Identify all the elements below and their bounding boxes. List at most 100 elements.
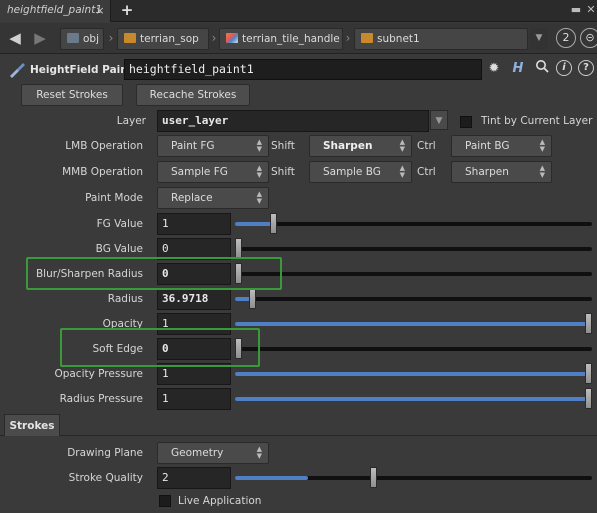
blur-sharpen-highlight-box xyxy=(26,257,282,290)
info-icon[interactable]: i xyxy=(556,60,572,76)
path-dropdown-icon[interactable]: ▼ xyxy=(530,28,548,50)
menu-value: Geometry xyxy=(171,447,224,459)
fg-value-label: FG Value xyxy=(96,218,143,230)
stroke-quality-slider-handle[interactable] xyxy=(370,467,377,488)
up-down-icon: ▲ ▼ xyxy=(399,164,405,179)
radius-pressure-slider-track[interactable] xyxy=(235,397,592,401)
crumb-label: obj xyxy=(83,33,100,45)
crumb-label: terrian_sop xyxy=(140,33,199,45)
paint-brush-icon xyxy=(8,62,26,78)
crumb-label: terrian_tile_handle xyxy=(242,33,340,45)
radius-slider-track[interactable] xyxy=(235,297,592,301)
node-name-field[interactable]: heightfield_paint1 xyxy=(124,59,482,80)
soft-edge-highlight-box xyxy=(60,328,260,367)
drawing-plane-label: Drawing Plane xyxy=(67,447,143,459)
search-icon[interactable] xyxy=(532,59,552,79)
lmb-label: LMB Operation xyxy=(65,140,143,152)
mmb-ctrl-menu[interactable]: Sharpen ▲ ▼ xyxy=(451,161,552,183)
menu-value: Paint FG xyxy=(171,140,215,152)
slider-fill xyxy=(235,372,588,376)
reset-strokes-button[interactable]: Reset Strokes xyxy=(21,84,123,106)
up-down-icon: ▲ ▼ xyxy=(256,138,262,153)
bg-value-slider-handle[interactable] xyxy=(235,238,242,259)
radius-pressure-label: Radius Pressure xyxy=(59,393,143,405)
help-icon[interactable]: ? xyxy=(578,60,594,76)
slider-fill xyxy=(235,322,588,326)
live-application-label: Live Application xyxy=(178,495,262,507)
stroke-quality-field[interactable]: 2 xyxy=(157,467,231,489)
drawing-plane-menu[interactable]: Geometry ▲ ▼ xyxy=(157,442,269,464)
layer-field[interactable]: user_layer xyxy=(157,110,429,132)
mmb-shift-menu[interactable]: Sample BG ▲ ▼ xyxy=(309,161,412,183)
lmb-ctrl-menu[interactable]: Paint BG ▲ ▼ xyxy=(451,135,552,157)
minimize-icon[interactable]: ▬ xyxy=(568,0,584,22)
up-down-icon: ▲ ▼ xyxy=(256,190,262,205)
up-down-icon: ▲ ▼ xyxy=(399,138,405,153)
opacity-slider-track[interactable] xyxy=(235,322,592,326)
mmb-shift-label: Shift xyxy=(271,166,295,178)
close-window-icon[interactable]: ✕ xyxy=(583,0,597,22)
folder-icon xyxy=(124,33,136,43)
radius-slider-handle[interactable] xyxy=(249,288,256,309)
digital-asset-icon xyxy=(226,33,238,43)
fg-value-slider-track[interactable] xyxy=(235,222,592,226)
breadcrumb-terrian-tile-handle[interactable]: terrian_tile_handle xyxy=(219,28,343,50)
menu-value: Sharpen xyxy=(465,166,509,178)
up-down-icon: ▲ ▼ xyxy=(256,445,262,460)
gear-icon[interactable]: ✹ xyxy=(484,59,504,79)
breadcrumb-obj[interactable]: obj xyxy=(60,28,104,50)
close-tab-icon[interactable]: × xyxy=(92,0,108,22)
bg-value-slider-track[interactable] xyxy=(235,247,592,251)
chevron-right-icon: › xyxy=(108,31,114,45)
stroke-quality-slider-track[interactable] xyxy=(235,476,592,480)
opacity-pressure-slider-handle[interactable] xyxy=(585,363,592,384)
mmb-operation-menu[interactable]: Sample FG ▲ ▼ xyxy=(157,161,269,183)
blur-sharpen-radius-slider-track[interactable] xyxy=(235,272,592,276)
layer-label: Layer xyxy=(116,115,146,127)
stroke-quality-label: Stroke Quality xyxy=(68,472,143,484)
add-tab-icon[interactable]: + xyxy=(118,0,136,22)
soft-edge-slider-track[interactable] xyxy=(235,347,592,351)
pin-number-badge[interactable]: 2 xyxy=(556,28,576,48)
fg-value-field[interactable]: 1 xyxy=(157,213,231,235)
back-arrow-icon[interactable]: ◀ xyxy=(6,29,24,47)
slider-fill xyxy=(235,222,273,226)
obj-network-icon xyxy=(67,33,79,43)
tint-checkbox[interactable] xyxy=(460,116,472,128)
node-type-label: HeightField Paint xyxy=(30,64,133,76)
recache-strokes-button[interactable]: Recache Strokes xyxy=(136,84,250,106)
radius-label: Radius xyxy=(107,293,143,305)
menu-value: Paint BG xyxy=(465,140,510,152)
breadcrumb-terrian-sop[interactable]: terrian_sop xyxy=(117,28,209,50)
opacity-slider-handle[interactable] xyxy=(585,313,592,334)
fg-value-slider-handle[interactable] xyxy=(270,213,277,234)
tab-strokes[interactable]: Strokes xyxy=(4,414,60,436)
opacity-pressure-slider-track[interactable] xyxy=(235,372,592,376)
radius-pressure-field[interactable]: 1 xyxy=(157,388,231,410)
forward-arrow-icon[interactable]: ▶ xyxy=(31,29,49,47)
section-divider xyxy=(0,435,597,436)
breadcrumb-subnet1[interactable]: subnet1 xyxy=(354,28,528,50)
tab-title: heightfield_paint1 xyxy=(7,4,103,16)
slider-fill xyxy=(235,476,308,480)
hotkey-icon[interactable]: H xyxy=(508,59,528,79)
paint-mode-label: Paint Mode xyxy=(85,192,143,204)
live-application-checkbox[interactable] xyxy=(159,495,171,507)
link-icon[interactable]: ⊝ xyxy=(580,28,597,48)
layer-dropdown-icon[interactable]: ▼ xyxy=(430,110,448,130)
mmb-label: MMB Operation xyxy=(62,166,143,178)
radius-field[interactable]: 36.9718 xyxy=(157,288,231,310)
paint-mode-menu[interactable]: Replace ▲ ▼ xyxy=(157,187,269,209)
tint-label: Tint by Current Layer xyxy=(481,115,593,127)
up-down-icon: ▲ ▼ xyxy=(539,138,545,153)
lmb-shift-menu[interactable]: Sharpen ▲ ▼ xyxy=(309,135,412,157)
menu-value: Sharpen xyxy=(323,140,373,152)
lmb-shift-label: Shift xyxy=(271,140,295,152)
menu-value: Sample BG xyxy=(323,166,381,178)
crumb-label: subnet1 xyxy=(377,33,420,45)
lmb-ctrl-label: Ctrl xyxy=(417,140,436,152)
slider-fill xyxy=(235,397,588,401)
radius-pressure-slider-handle[interactable] xyxy=(585,388,592,409)
chevron-right-icon: › xyxy=(345,31,351,45)
lmb-operation-menu[interactable]: Paint FG ▲ ▼ xyxy=(157,135,269,157)
